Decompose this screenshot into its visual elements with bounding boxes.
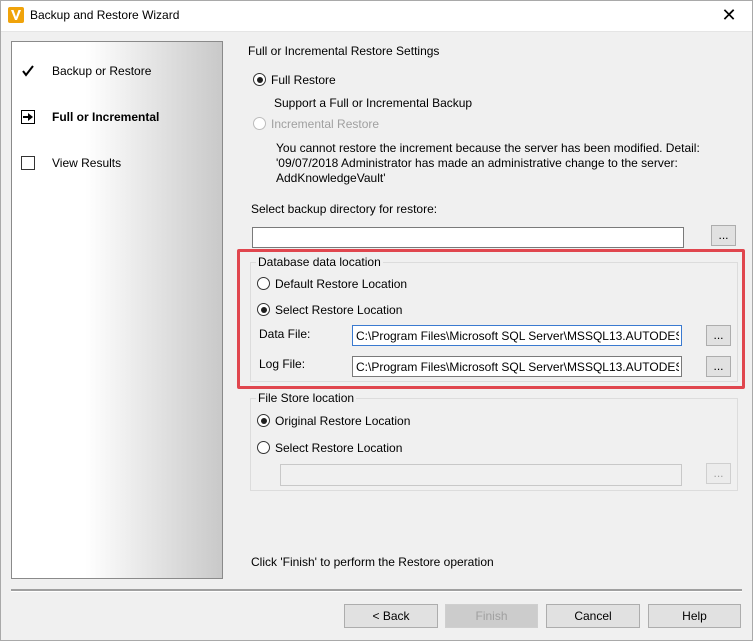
original-restore-location-label[interactable]: Original Restore Location [275,414,410,428]
log-file-input[interactable]: C:\Program Files\Microsoft SQL Server\MS… [352,356,682,377]
section-title: Full or Incremental Restore Settings [248,44,440,58]
back-button[interactable]: < Back [344,604,438,628]
file-store-location-title: File Store location [256,391,357,405]
finish-hint-text: Click 'Finish' to perform the Restore op… [251,555,494,569]
select-restore-location-label[interactable]: Select Restore Location [275,303,402,317]
checkmark-icon [22,65,34,77]
data-file-value: C:\Program Files\Microsoft SQL Server\MS… [356,329,679,343]
vault-app-icon [8,7,24,23]
backup-directory-browse-button[interactable]: ... [711,225,736,246]
incremental-restore-radio[interactable] [253,117,266,130]
full-restore-radio[interactable] [253,73,266,86]
database-location-title: Database data location [256,255,383,269]
wizard-steps-panel: Backup or Restore Full or Incremental Vi… [11,41,223,579]
step-label: View Results [52,156,122,170]
footer-separator [11,589,742,592]
window-title: Backup and Restore Wizard [30,8,180,22]
file-store-path-input[interactable] [280,464,682,486]
data-file-browse-button[interactable]: ... [706,325,731,346]
file-store-select-location-label[interactable]: Select Restore Location [275,441,402,455]
incremental-restore-description: You cannot restore the increment because… [276,141,700,185]
finish-button[interactable]: Finish [445,604,538,628]
default-restore-location-radio[interactable] [257,277,270,290]
title-bar: Backup and Restore Wizard ✕ [0,0,753,32]
log-file-value: C:\Program Files\Microsoft SQL Server\MS… [356,360,679,374]
close-icon[interactable]: ✕ [713,2,745,28]
file-store-browse-button[interactable]: ... [706,463,731,484]
step-label: Full or Incremental [52,110,160,124]
log-file-label: Log File: [259,357,306,371]
data-file-input[interactable]: C:\Program Files\Microsoft SQL Server\MS… [352,325,682,346]
help-button[interactable]: Help [648,604,741,628]
step-label: Backup or Restore [52,64,152,78]
select-restore-location-radio[interactable] [257,303,270,316]
full-restore-label[interactable]: Full Restore [271,73,336,87]
incremental-restore-label[interactable]: Incremental Restore [271,117,379,131]
file-store-select-location-radio[interactable] [257,441,270,454]
original-restore-location-radio[interactable] [257,414,270,427]
backup-directory-input[interactable] [252,227,684,248]
full-restore-description: Support a Full or Incremental Backup [274,96,473,110]
cancel-button[interactable]: Cancel [546,604,640,628]
arrow-right-icon [21,110,35,124]
backup-directory-label: Select backup directory for restore: [251,202,438,216]
empty-checkbox-icon [21,156,35,170]
log-file-browse-button[interactable]: ... [706,356,731,377]
default-restore-location-label[interactable]: Default Restore Location [275,277,407,291]
data-file-label: Data File: [259,327,311,341]
